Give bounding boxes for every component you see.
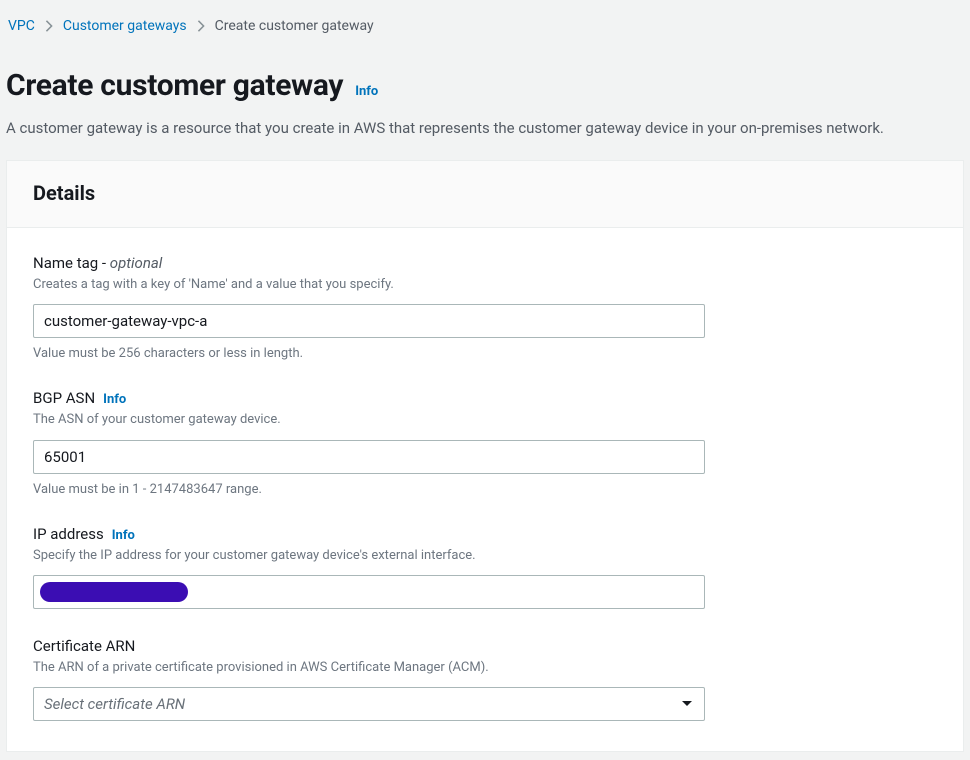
name-tag-input[interactable] [33,304,705,338]
bgp-asn-help: The ASN of your customer gateway device. [33,411,937,429]
bgp-asn-field: BGP ASN Info The ASN of your customer ga… [33,389,937,496]
name-tag-label: Name tag - optional [33,254,162,272]
ip-address-help: Specify the IP address for your customer… [33,547,937,565]
breadcrumb-vpc-link[interactable]: VPC [8,18,35,34]
ip-address-input[interactable] [33,575,705,609]
name-tag-hint: Value must be 256 characters or less in … [33,346,937,361]
bgp-asn-label: BGP ASN [33,389,95,407]
breadcrumb: VPC Customer gateways Create customer ga… [6,8,964,42]
info-link-page[interactable]: Info [355,84,378,99]
ip-address-field: IP address Info Specify the IP address f… [33,525,937,609]
name-tag-field: Name tag - optional Creates a tag with a… [33,254,937,361]
chevron-right-icon [45,20,53,32]
details-panel: Details Name tag - optional Creates a ta… [6,160,964,752]
certificate-arn-help: The ARN of a private certificate provisi… [33,659,937,677]
bgp-asn-hint: Value must be in 1 - 2147483647 range. [33,482,937,497]
info-link-bgp-asn[interactable]: Info [103,392,126,407]
breadcrumb-customer-gateways-link[interactable]: Customer gateways [63,18,187,34]
bgp-asn-input[interactable] [33,440,705,474]
name-tag-help: Creates a tag with a key of 'Name' and a… [33,276,937,294]
details-panel-header: Details [7,161,963,228]
breadcrumb-current: Create customer gateway [215,18,374,34]
certificate-arn-select[interactable]: Select certificate ARN [33,687,705,721]
page-title: Create customer gateway [6,68,343,103]
details-panel-title: Details [33,181,937,205]
certificate-arn-label: Certificate ARN [33,637,135,655]
ip-address-label: IP address [33,525,104,543]
certificate-arn-field: Certificate ARN The ARN of a private cer… [33,637,937,721]
chevron-right-icon [197,20,205,32]
certificate-arn-placeholder: Select certificate ARN [44,695,185,713]
info-link-ip-address[interactable]: Info [112,528,135,543]
page-subtitle: A customer gateway is a resource that yo… [6,103,964,160]
